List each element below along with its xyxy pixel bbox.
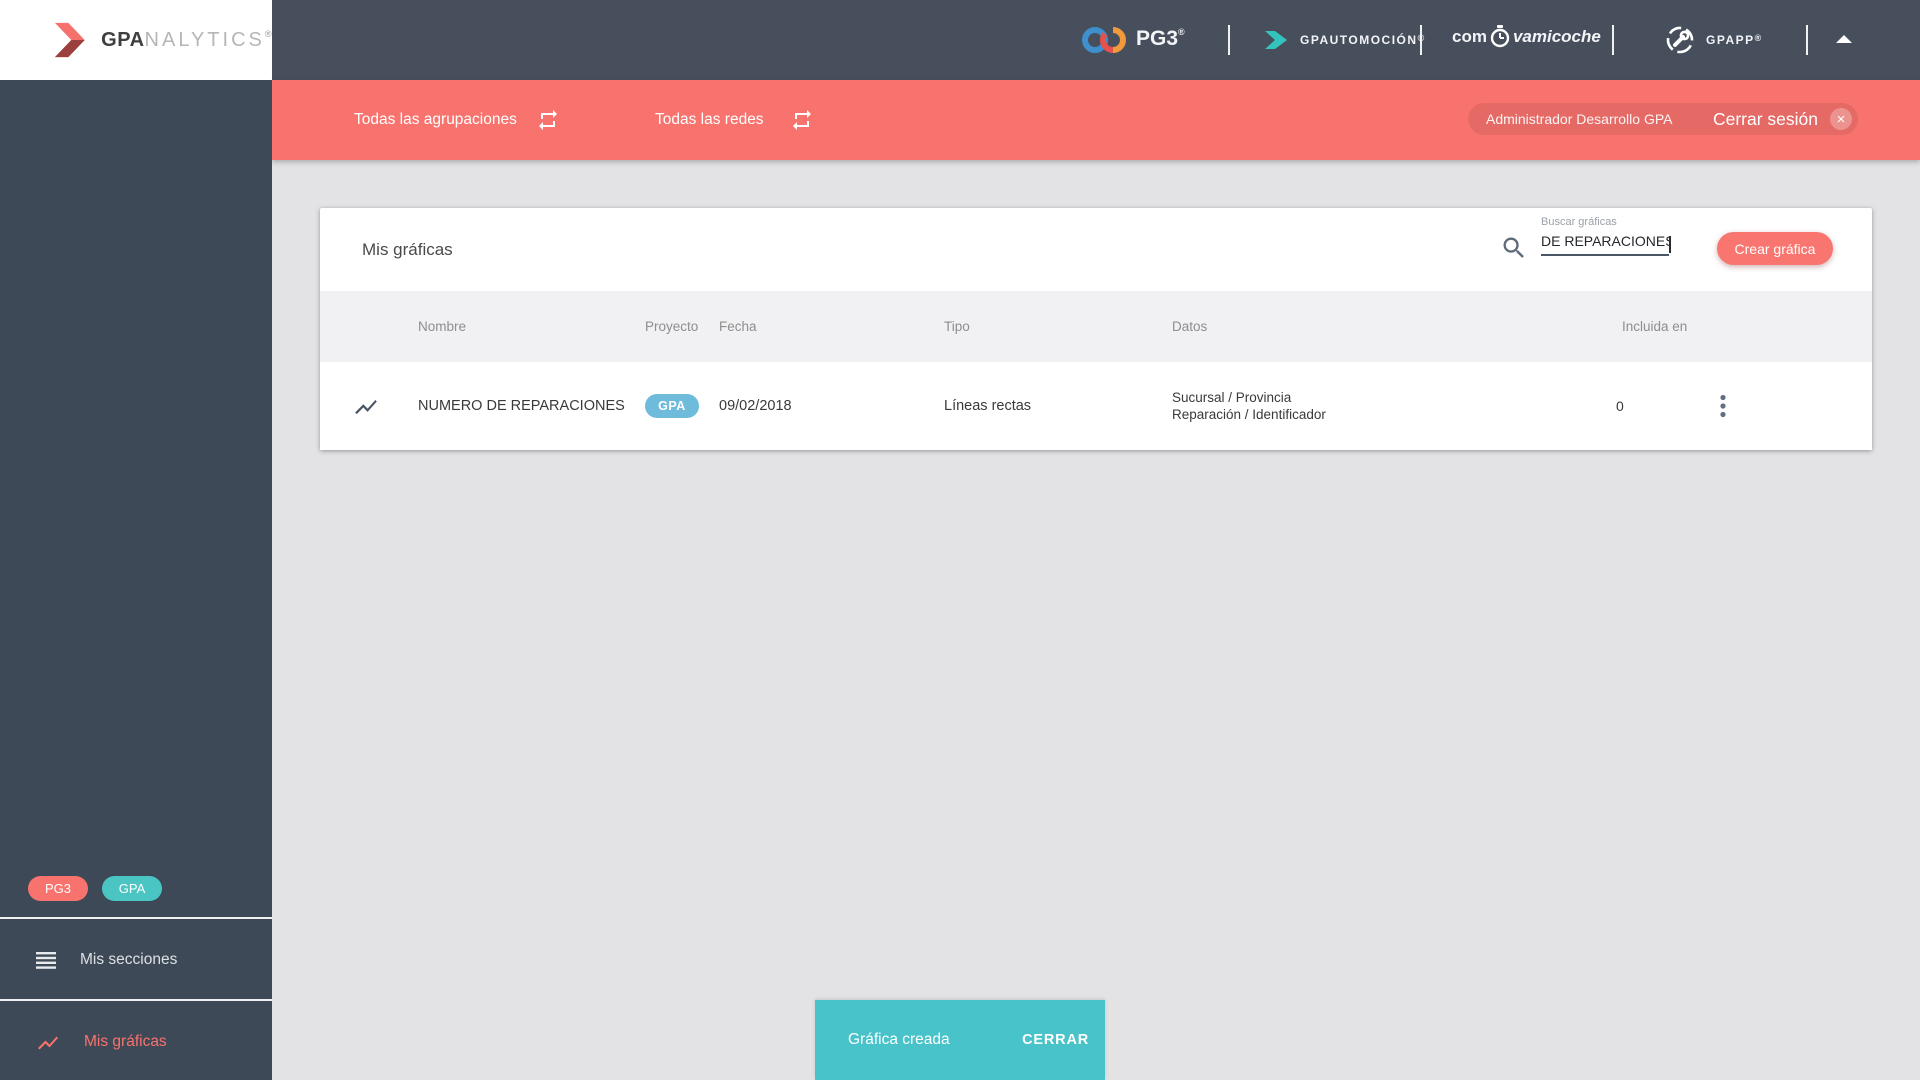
more-vert-icon [1720,394,1726,418]
stopwatch-icon [1490,25,1510,48]
row-menu-button[interactable] [1708,362,1738,450]
search-input[interactable] [1541,231,1669,256]
filter-agrupaciones[interactable]: Todas las agrupaciones [354,80,517,160]
row-menu-wrap [1708,362,1738,450]
registered-mark: ® [1178,27,1185,37]
badge-pg3[interactable]: PG3 [28,876,88,901]
separator [1612,25,1614,55]
row-chart-icon-wrap [353,362,379,450]
table-row[interactable]: NUMERO DE REPARACIONES GPA 09/02/2018 Lí… [320,362,1872,450]
separator [1806,25,1808,55]
snackbar-close-button[interactable]: CERRAR [1022,1032,1089,1048]
header-fecha: Fecha [719,319,757,334]
cell-fecha: 09/02/2018 [719,398,792,414]
pg3-infinity-icon[interactable] [1080,23,1128,57]
registered-mark: ® [1754,33,1763,43]
logout-icon[interactable]: × [1830,108,1852,130]
page-title: Mis gráficas [362,239,453,259]
cell-nombre[interactable]: NUMERO DE REPARACIONES [418,362,625,450]
brand-comprova-suffix: vamicoche [1512,27,1601,46]
gpa-analytics-logo[interactable]: GPANALYTICS® [0,0,272,80]
registered-mark: ® [264,28,272,39]
cell-datos: Sucursal / Provincia Reparación / Identi… [1172,362,1326,450]
search-icon[interactable] [1500,234,1528,262]
datos-line-2: Reparación / Identificador [1172,407,1326,422]
chart-line-icon [38,1036,58,1049]
brand-comprova-prefix: com [1452,27,1487,46]
gpa-arrow-icon [54,22,85,58]
filter-redes[interactable]: Todas las redes [655,80,764,160]
brand-gpapp[interactable]: GPAPP® [1706,33,1763,47]
search-label: Buscar gráficas [1541,216,1617,228]
create-chart-button[interactable]: Crear gráfica [1717,232,1833,265]
sidebar: PG3 GPA Mis secciones Mis gráficas [0,80,272,1080]
table-header: Nombre Proyecto Fecha Tipo Datos Incluid… [320,291,1872,362]
gpapp-wrench-icon[interactable] [1664,24,1696,56]
brand-gpapp-label: GPAPP [1706,33,1755,47]
header-incluida: Incluida en [1622,319,1688,334]
logo-bold-text: GPA [101,28,145,51]
gpa-analytics-wordmark: GPANALYTICS® [101,29,272,52]
sidebar-item-label: Mis gráficas [84,1033,167,1050]
separator [1228,25,1230,55]
brand-pg3[interactable]: PG3® [1136,27,1185,51]
cell-tipo: Líneas rectas [944,398,1032,414]
swap-redes-icon[interactable] [790,108,814,132]
project-badge: GPA [645,394,699,418]
user-session-pill: Administrador Desarrollo GPA Cerrar sesi… [1468,103,1858,135]
collapse-arrow-icon[interactable] [1836,35,1852,43]
logout-button[interactable]: Cerrar sesión [1713,109,1818,130]
search-field: Buscar gráficas [1541,216,1671,256]
brand-pg3-label: PG3 [1136,27,1179,50]
sidebar-item-secciones[interactable]: Mis secciones [0,920,272,1000]
header-tipo: Tipo [944,319,970,334]
top-bar: PG3® GPAUTOMOCIÓN® com vamicoche GPA [0,0,1920,80]
filter-bar: Todas las agrupaciones Todas las redes A… [272,80,1920,160]
snackbar-message: Gráfica creada [848,1031,950,1048]
sidebar-divider [0,999,272,1001]
sidebar-item-label: Mis secciones [80,951,178,968]
header-datos: Datos [1172,319,1208,334]
sidebar-divider [0,917,272,919]
cell-proyecto: GPA [645,362,699,450]
brand-gpautomocion[interactable]: GPAUTOMOCIÓN® [1300,33,1426,47]
brand-comprovamicoche[interactable]: com vamicoche [1452,25,1601,49]
header-proyecto: Proyecto [645,319,699,334]
app-root: PG3® GPAUTOMOCIÓN® com vamicoche GPA [0,0,1920,1080]
separator [1420,25,1422,55]
gpautomocion-arrow-icon[interactable] [1262,27,1290,53]
swap-agrupaciones-icon[interactable] [536,108,560,132]
snackbar: Gráfica creada CERRAR [815,1000,1105,1080]
sidebar-item-graficas[interactable]: Mis gráficas [0,1002,272,1080]
row-chart-icon [355,399,377,414]
datos-line-1: Sucursal / Provincia [1172,390,1292,405]
menu-icon [36,951,56,969]
brand-gpautomocion-label: GPAUTOMOCIÓN [1300,33,1418,47]
header-nombre: Nombre [418,319,467,334]
user-name: Administrador Desarrollo GPA [1486,111,1673,127]
charts-card: Mis gráficas Buscar gráficas Crear gráfi… [320,208,1872,450]
cell-incluida-en: 0 [1616,398,1624,414]
badge-gpa[interactable]: GPA [102,876,162,901]
logo-light-text: NALYTICS [144,28,265,51]
sidebar-badges: PG3 GPA [28,876,162,901]
text-caret [1669,236,1671,253]
